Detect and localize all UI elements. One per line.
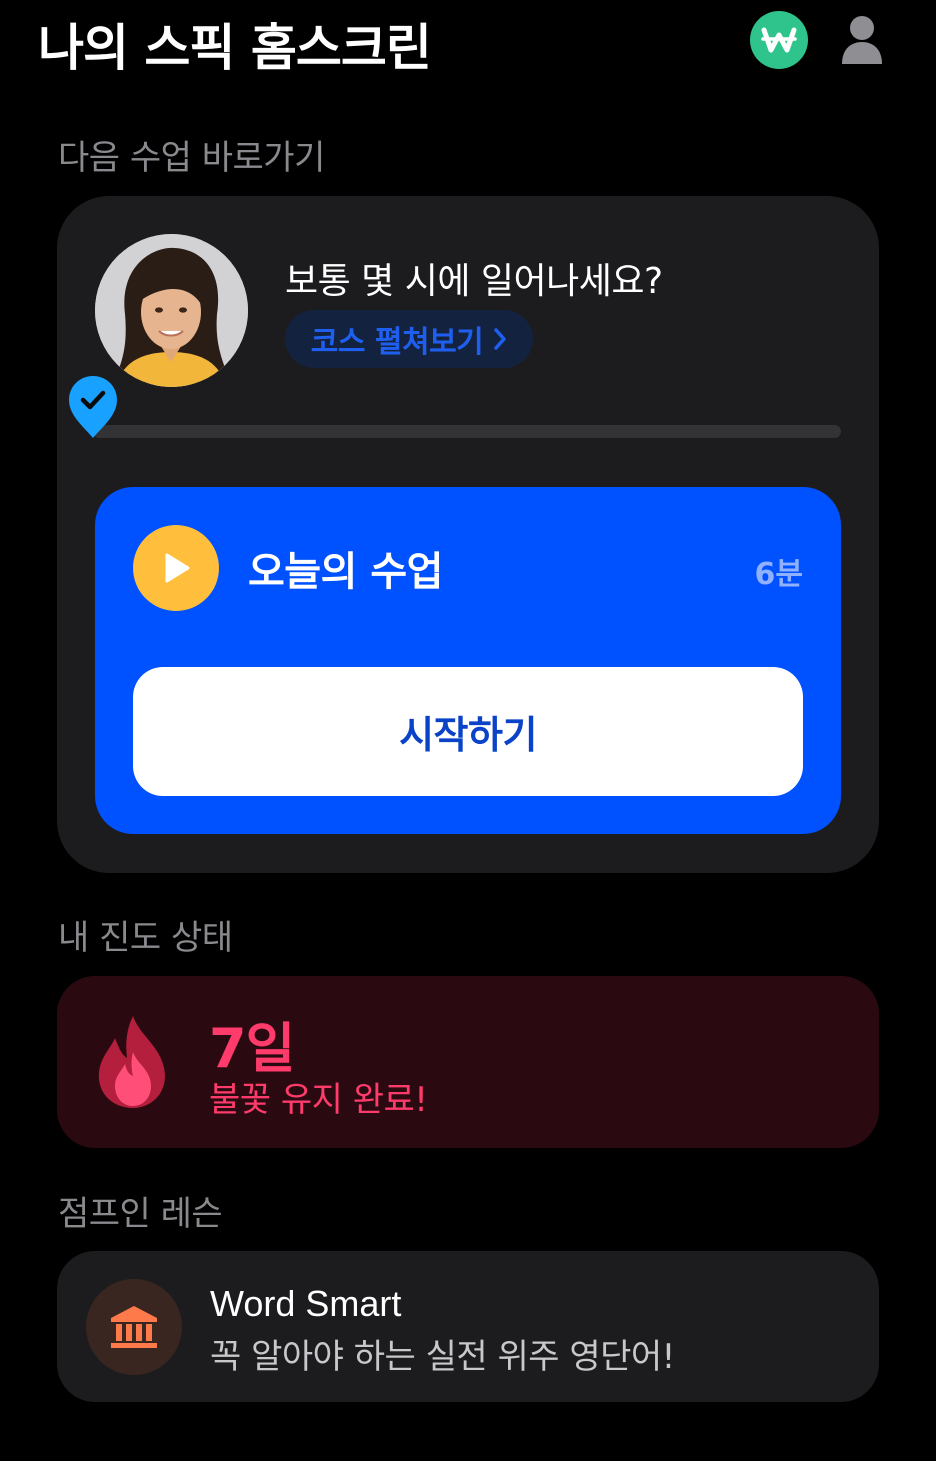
- expand-course-label: 코스 펼쳐보기: [310, 325, 484, 360]
- profile-button[interactable]: [838, 14, 886, 66]
- start-button-label: 시작하기: [399, 713, 537, 757]
- header: 나의 스픽 홈스크린: [0, 0, 936, 90]
- bank-icon: [111, 1306, 157, 1348]
- avatar: [95, 234, 248, 387]
- play-icon: [165, 553, 190, 583]
- course-card: 보통 몇 시에 일어나세요? 코스 펼쳐보기 오늘의 수업 6분 시작하기: [57, 196, 879, 873]
- check-pin-icon: [69, 376, 117, 438]
- todays-lesson-box: 오늘의 수업 6분 시작하기: [95, 487, 841, 834]
- start-button[interactable]: 시작하기: [133, 667, 803, 796]
- jump-in-subtitle: 꼭 알아야 하는 실전 위주 영단어!: [210, 1337, 675, 1377]
- jump-in-lesson-card[interactable]: Word Smart 꼭 알아야 하는 실전 위주 영단어!: [57, 1251, 879, 1402]
- play-button[interactable]: [133, 525, 219, 611]
- page-title: 나의 스픽 홈스크린: [38, 19, 432, 77]
- fire-icon: [98, 1016, 165, 1108]
- lesson-duration: 6분: [754, 557, 803, 592]
- chevron-right-icon: [494, 328, 507, 350]
- expand-course-button[interactable]: 코스 펼쳐보기: [285, 310, 533, 368]
- won-currency-icon: [761, 27, 797, 53]
- streak-card[interactable]: 7일 불꽃 유지 완료!: [57, 976, 879, 1148]
- jump-in-title: Word Smart: [210, 1283, 402, 1324]
- lesson-title: 오늘의 수업: [248, 549, 443, 595]
- course-progress-track: [93, 425, 841, 438]
- section-label-next-lesson: 다음 수업 바로가기: [58, 138, 325, 178]
- section-label-progress: 내 진도 상태: [58, 918, 233, 958]
- section-label-jump-in: 점프인 레슨: [58, 1194, 223, 1234]
- streak-message: 불꽃 유지 완료!: [209, 1080, 428, 1120]
- lesson-question: 보통 몇 시에 일어나세요?: [285, 261, 663, 302]
- won-button[interactable]: [750, 11, 808, 69]
- bank-icon-circle: [86, 1279, 182, 1375]
- user-profile-icon: [842, 16, 882, 64]
